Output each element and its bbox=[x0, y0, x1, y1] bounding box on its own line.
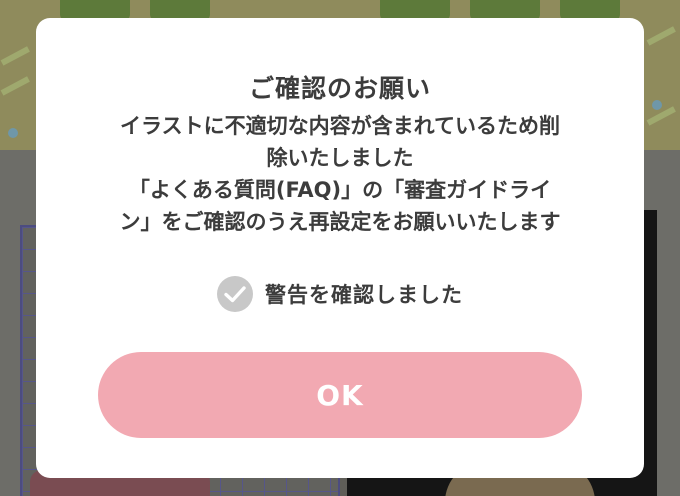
banner-decoration bbox=[646, 26, 676, 46]
confirmation-dialog: ご確認のお願い イラストに不適切な内容が含まれているため削 除いたしました 「よ… bbox=[36, 18, 644, 478]
banner-decoration bbox=[0, 46, 30, 66]
dialog-message-line: 除いたしました bbox=[266, 146, 414, 170]
acknowledge-checkbox[interactable]: 警告を確認しました bbox=[36, 275, 644, 313]
check-icon bbox=[224, 286, 246, 303]
dialog-message: イラストに不適切な内容が含まれているため削 除いたしました 「よくある質問(FA… bbox=[74, 110, 606, 238]
banner-decoration bbox=[646, 106, 676, 126]
dialog-message-line: 「よくある質問(FAQ)」の「審査ガイドライ bbox=[128, 178, 552, 202]
banner-decoration bbox=[8, 128, 18, 138]
checkbox-circle[interactable] bbox=[217, 276, 253, 312]
dialog-title: ご確認のお願い bbox=[248, 74, 431, 103]
dialog-message-line: ン」をご確認のうえ再設定をお願いいたします bbox=[119, 210, 561, 234]
banner-decoration bbox=[652, 100, 662, 110]
checkbox-label[interactable]: 警告を確認しました bbox=[265, 279, 463, 309]
dialog-message-line: イラストに不適切な内容が含まれているため削 bbox=[120, 114, 560, 138]
ok-button[interactable]: OK bbox=[98, 352, 582, 438]
banner-decoration bbox=[0, 76, 30, 96]
